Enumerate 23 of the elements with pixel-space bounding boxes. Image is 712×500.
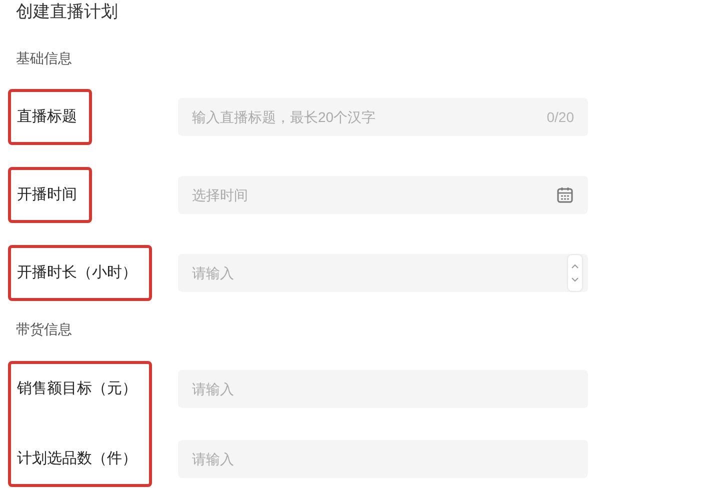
section-heading: 带货信息 [16,320,73,339]
text-input[interactable]: 选择时间 [192,184,556,206]
text-input[interactable]: 输入直播标题，最长20个汉字 [192,106,547,128]
input-field[interactable]: 选择时间 [178,176,588,214]
field-label: 销售额目标（元） [17,378,137,399]
field-label: 开播时间 [17,184,77,205]
chevron-up-icon[interactable] [571,263,579,269]
input-field[interactable]: 输入直播标题，最长20个汉字 0/20 [178,98,588,136]
page-title: 创建直播计划 [16,1,119,23]
field-label: 计划选品数（件） [17,448,137,469]
section-heading: 基础信息 [16,49,73,68]
input-field[interactable]: 请输入 [178,254,588,292]
character-counter: 0/20 [546,108,574,126]
field-label: 直播标题 [17,106,77,127]
input-field[interactable]: 请输入 [178,370,588,408]
text-input[interactable]: 请输入 [192,262,568,284]
chevron-down-icon[interactable] [571,277,579,283]
text-input[interactable]: 请输入 [192,448,574,470]
calendar-icon[interactable] [556,186,574,204]
input-field[interactable]: 请输入 [178,440,588,478]
number-stepper[interactable] [568,255,582,291]
text-input[interactable]: 请输入 [192,378,574,400]
field-label: 开播时长（小时） [17,262,137,283]
